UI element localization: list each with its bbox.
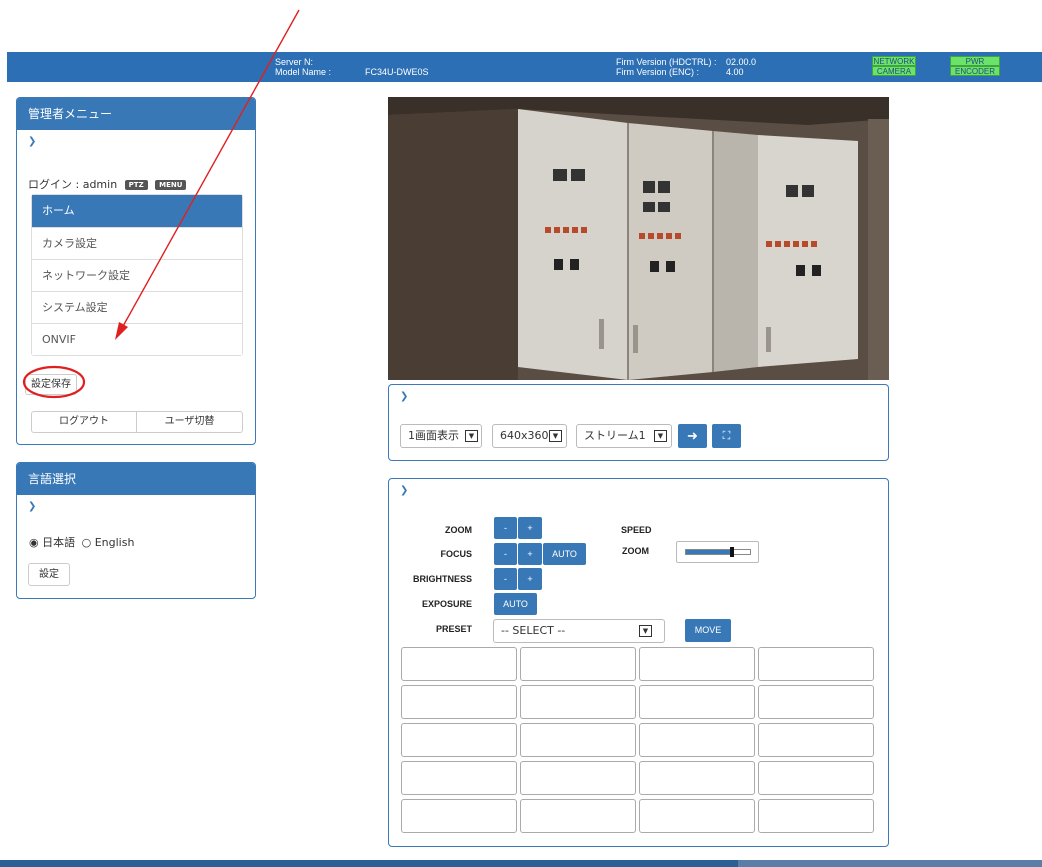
preset-slot[interactable]	[639, 685, 755, 719]
preset-slot[interactable]	[401, 723, 517, 757]
menu-item-system-settings[interactable]: システム設定	[32, 291, 242, 323]
menu-item-onvif[interactable]: ONVIF	[32, 323, 242, 355]
footer-bar	[0, 860, 1042, 867]
label-english: English	[94, 536, 135, 549]
chevron-down-icon[interactable]: ❯	[28, 501, 36, 512]
preset-slot[interactable]	[401, 799, 517, 833]
menu-tag[interactable]: MENU	[155, 180, 187, 190]
save-settings-button[interactable]: 設定保存	[25, 374, 77, 395]
preset-slot[interactable]	[639, 723, 755, 757]
fullscreen-icon[interactable]: ⛶	[712, 424, 741, 448]
slider-fill	[686, 550, 730, 554]
focus-near-button[interactable]: -	[494, 543, 517, 565]
admin-menu-panel: 管理者メニュー ❯ ログイン : admin PTZ MENU ホーム カメラ設…	[16, 97, 256, 445]
firm-hdctrl-value: 02.00.0	[726, 57, 757, 67]
chevron-down-icon[interactable]: ❯	[400, 485, 408, 496]
preset-slot[interactable]	[758, 761, 874, 795]
resolution-select-value: 640x360	[500, 429, 549, 442]
login-text: ログイン : admin	[28, 178, 118, 191]
preset-select-value: -- SELECT --	[501, 624, 566, 637]
brightness-up-button[interactable]: +	[518, 568, 542, 590]
chevron-down-icon: ▼	[654, 430, 667, 442]
firm-enc-label: Firm Version (ENC) :	[616, 67, 700, 77]
firm-enc-value: 4.00	[726, 67, 744, 77]
model-name-label: Model Name :	[275, 67, 332, 77]
login-status: ログイン : admin PTZ MENU	[28, 176, 187, 192]
encoder-status-badge: ENCODER	[950, 66, 1000, 76]
menu-item-camera-settings[interactable]: カメラ設定	[32, 227, 242, 259]
focus-auto-button[interactable]: AUTO	[543, 543, 586, 565]
chevron-down-icon: ▼	[639, 625, 652, 637]
zoom-label: ZOOM	[445, 525, 472, 535]
exposure-auto-button[interactable]: AUTO	[494, 593, 537, 615]
preset-select[interactable]: -- SELECT -- ▼	[493, 619, 665, 643]
preset-slot[interactable]	[520, 799, 636, 833]
language-title: 言語選択	[17, 463, 255, 495]
preset-slot[interactable]	[520, 685, 636, 719]
exposure-label: EXPOSURE	[421, 599, 472, 609]
footer-bar-segment	[738, 860, 1042, 867]
chevron-down-icon[interactable]: ❯	[400, 391, 408, 402]
slider-handle[interactable]	[730, 547, 734, 557]
preset-slot[interactable]	[758, 799, 874, 833]
language-set-button[interactable]: 設定	[28, 563, 70, 586]
preset-move-button[interactable]: MOVE	[685, 619, 731, 642]
chevron-down-icon[interactable]: ❯	[28, 136, 36, 147]
preset-slot[interactable]	[639, 647, 755, 681]
zoom-speed-slider[interactable]	[676, 541, 759, 563]
preset-slot[interactable]	[758, 723, 874, 757]
network-status-badge: NETWORK	[872, 56, 916, 66]
brightness-label: BRIGHTNESS	[412, 574, 472, 584]
preset-slot[interactable]	[639, 761, 755, 795]
chevron-down-icon: ▼	[549, 430, 562, 442]
focus-far-button[interactable]: +	[518, 543, 542, 565]
label-japanese: 日本語	[42, 536, 76, 549]
share-arrow-icon[interactable]: ➜	[678, 424, 707, 448]
language-panel: 言語選択 ❯ ◉ 日本語 ○ English 設定	[16, 462, 256, 599]
speed-label: SPEED	[621, 525, 652, 535]
stream-select[interactable]: ストリーム1 ▼	[576, 424, 672, 448]
zoom-out-button[interactable]: -	[494, 517, 517, 539]
server-name-label: Server N:	[275, 57, 314, 67]
ptz-tag[interactable]: PTZ	[124, 180, 148, 190]
camera-status-badge: CAMERA	[872, 66, 916, 76]
camera-video-feed[interactable]	[388, 97, 889, 380]
menu-item-home[interactable]: ホーム	[32, 195, 242, 227]
menu-item-network-settings[interactable]: ネットワーク設定	[32, 259, 242, 291]
preset-slot[interactable]	[401, 685, 517, 719]
chevron-down-icon: ▼	[465, 430, 478, 442]
preset-slot[interactable]	[401, 761, 517, 795]
video-controls-panel: ❯ 1画面表示 ▼ 640x360 ▼ ストリーム1 ▼ ➜ ⛶	[388, 384, 889, 461]
preset-slot[interactable]	[401, 647, 517, 681]
brightness-down-button[interactable]: -	[494, 568, 517, 590]
preset-slot[interactable]	[758, 647, 874, 681]
firm-hdctrl-label: Firm Version (HDCTRL) :	[616, 57, 717, 67]
preset-slot[interactable]	[520, 761, 636, 795]
top-header-bar: Server N: Model Name : FC34U-DWE0S Firm …	[7, 52, 1042, 82]
preset-label: PRESET	[435, 624, 472, 634]
pwr-status-badge: PWR	[950, 56, 1000, 66]
preset-slot[interactable]	[758, 685, 874, 719]
layout-select-value: 1画面表示	[408, 429, 459, 442]
resolution-select[interactable]: 640x360 ▼	[492, 424, 567, 448]
language-options: ◉ 日本語 ○ English	[29, 534, 134, 550]
layout-select[interactable]: 1画面表示 ▼	[400, 424, 482, 448]
switch-user-button[interactable]: ユーザ切替	[136, 411, 243, 433]
preset-slot[interactable]	[520, 647, 636, 681]
model-name-value: FC34U-DWE0S	[365, 67, 429, 77]
preset-slot[interactable]	[639, 799, 755, 833]
speed-zoom-label: ZOOM	[622, 546, 649, 556]
stream-select-value: ストリーム1	[584, 429, 646, 442]
preset-button-grid	[401, 647, 876, 833]
radio-japanese[interactable]: ◉	[29, 536, 39, 549]
zoom-in-button[interactable]: +	[518, 517, 542, 539]
preset-slot[interactable]	[520, 723, 636, 757]
radio-english[interactable]: ○	[82, 536, 92, 549]
logout-button[interactable]: ログアウト	[31, 411, 137, 433]
admin-menu-list: ホーム カメラ設定 ネットワーク設定 システム設定 ONVIF	[31, 194, 243, 356]
admin-menu-title: 管理者メニュー	[17, 98, 255, 130]
focus-label: FOCUS	[440, 549, 473, 559]
